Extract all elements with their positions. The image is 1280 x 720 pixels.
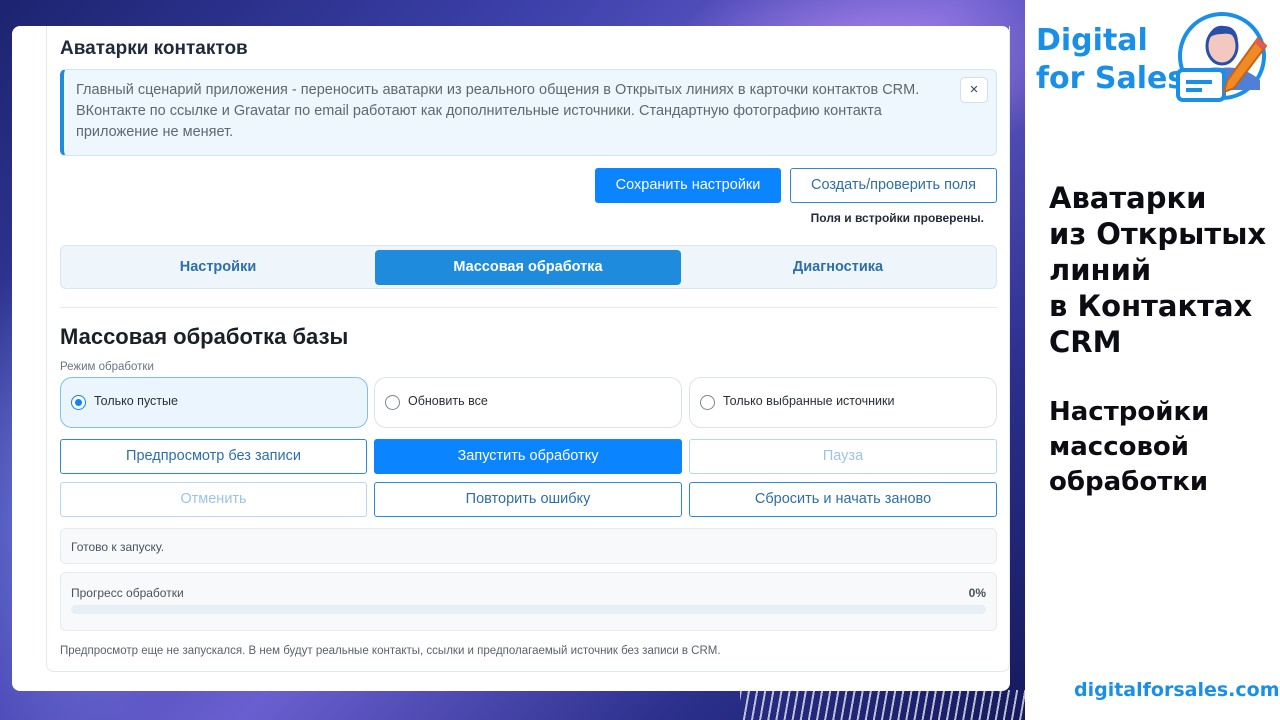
- person-with-pen-icon: [1176, 12, 1268, 102]
- mode-option-selected-sources[interactable]: Только выбранные источники: [689, 377, 997, 428]
- ready-status-text: Готово к запуску.: [71, 540, 165, 554]
- radio-icon[interactable]: [71, 395, 86, 410]
- subheadline: Настройки массовой обработки: [1049, 395, 1280, 500]
- headline-line: Аватарки: [1049, 181, 1207, 215]
- subheadline-line: обработки: [1049, 467, 1209, 497]
- subheadline-line: Настройки: [1049, 397, 1210, 427]
- retry-error-button[interactable]: Повторить ошибку: [374, 482, 682, 517]
- tab-diagnostics[interactable]: Диагностика: [685, 250, 991, 285]
- tab-settings[interactable]: Настройки: [65, 250, 371, 285]
- mode-label: Режим обработки: [60, 361, 154, 373]
- tab-mass-processing[interactable]: Массовая обработка: [375, 250, 681, 285]
- mode-option-update-all[interactable]: Обновить все: [374, 377, 682, 428]
- info-alert: Главный сценарий приложения - переносить…: [60, 69, 997, 156]
- pause-button[interactable]: Пауза: [689, 439, 997, 474]
- headline-line: линий: [1049, 253, 1152, 287]
- mass-processing-title: Массовая обработка базы: [60, 324, 349, 349]
- progress-panel: Прогресс обработки 0%: [60, 572, 997, 631]
- close-icon[interactable]: ×: [960, 77, 988, 103]
- headline-line: CRM: [1049, 325, 1122, 359]
- progress-percent: 0%: [968, 586, 986, 600]
- radio-icon[interactable]: [385, 395, 400, 410]
- preview-button[interactable]: Предпросмотр без записи: [60, 439, 367, 474]
- mode-option-only-empty[interactable]: Только пустые: [60, 377, 368, 428]
- app-window: Аватарки контактов Главный сценарий прил…: [12, 26, 1010, 691]
- save-settings-button[interactable]: Сохранить настройки: [595, 168, 781, 203]
- progress-bar: [71, 605, 986, 614]
- brand-line-1: Digital: [1036, 23, 1148, 58]
- brand-logo-text: Digital for Sales: [1036, 22, 1185, 98]
- ready-status-panel: Готово к запуску.: [60, 528, 997, 564]
- headline-line: из Открытых: [1049, 217, 1267, 251]
- reset-restart-button[interactable]: Сбросить и начать заново: [689, 482, 997, 517]
- headline-line: в Контактах: [1049, 289, 1253, 323]
- mode-option-label: Только пустые: [94, 394, 178, 408]
- brand-line-2: for Sales: [1036, 61, 1186, 96]
- mode-option-label: Обновить все: [408, 394, 488, 408]
- fields-status-text: Поля и встройки проверены.: [810, 211, 984, 225]
- section-title: Аватарки контактов: [60, 38, 248, 59]
- tab-bar: Настройки Массовая обработка Диагностика: [60, 245, 997, 289]
- preview-footnote: Предпросмотр еще не запускался. В нем бу…: [60, 645, 721, 657]
- mode-option-label: Только выбранные источники: [723, 394, 895, 408]
- radio-icon[interactable]: [700, 395, 715, 410]
- info-alert-text: Главный сценарий приложения - переносить…: [76, 82, 920, 140]
- progress-label: Прогресс обработки: [71, 586, 184, 600]
- subheadline-line: массовой: [1049, 432, 1190, 462]
- divider: [60, 307, 997, 308]
- website-link[interactable]: digitalforsales.com: [1074, 679, 1280, 701]
- create-check-fields-button[interactable]: Создать/проверить поля: [790, 168, 997, 203]
- background-stripes: [740, 690, 1025, 720]
- cancel-button[interactable]: Отменить: [60, 482, 367, 517]
- start-processing-button[interactable]: Запустить обработку: [374, 439, 682, 474]
- headline: Аватарки из Открытых линий в Контактах C…: [1049, 180, 1280, 360]
